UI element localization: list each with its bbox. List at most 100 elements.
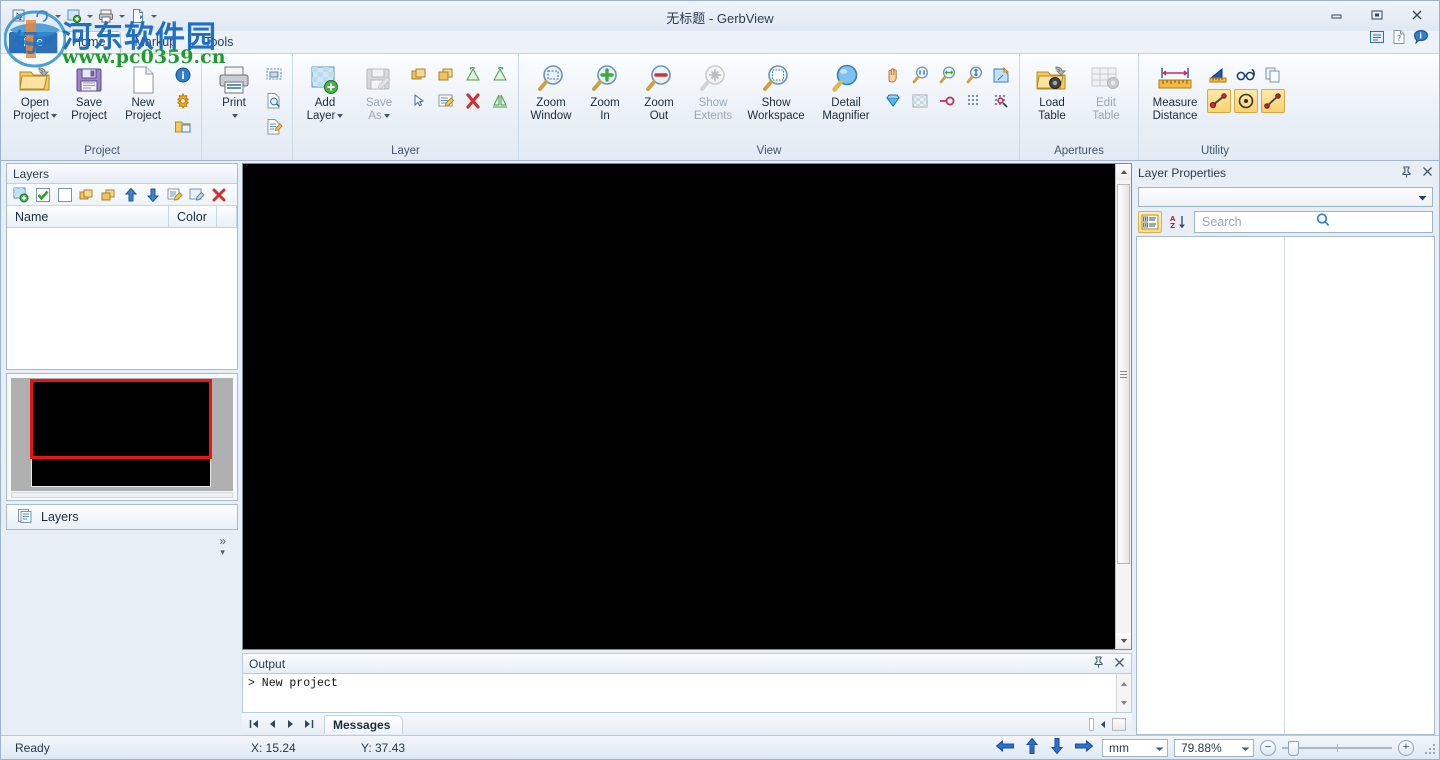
zoom-width-icon[interactable] (935, 63, 959, 87)
delete-layer-icon[interactable] (461, 89, 485, 113)
layer-up-icon[interactable] (407, 63, 431, 87)
layer-settings-icon[interactable] (188, 186, 206, 204)
output-pin-icon[interactable] (1093, 656, 1104, 671)
output-scroll-down-icon[interactable] (1117, 693, 1131, 712)
show-workspace-button[interactable]: Show Workspace (741, 59, 811, 124)
output-tab-messages[interactable]: Messages (324, 714, 404, 734)
gem-icon[interactable] (881, 89, 905, 113)
check-all-icon[interactable] (34, 186, 52, 204)
print-button[interactable]: Print (208, 59, 260, 124)
load-table-button[interactable]: Load Table (1026, 59, 1078, 124)
pan-hand-icon[interactable] (881, 63, 905, 87)
scroll-up-arrow-icon[interactable] (1116, 164, 1131, 180)
snap-grid-icon[interactable] (989, 89, 1013, 113)
minimize-button[interactable] (1323, 5, 1351, 25)
zoom-out-button[interactable]: − (1260, 739, 1276, 756)
zoom-previous-icon[interactable] (908, 63, 932, 87)
arrow-right-icon[interactable] (1074, 738, 1094, 757)
arrow-down-icon[interactable] (1049, 737, 1065, 758)
units-dropdown[interactable]: mm (1102, 738, 1168, 757)
grid-icon[interactable] (962, 89, 986, 113)
add-layer-icon[interactable] (12, 186, 30, 204)
zoom-in-button[interactable]: + (1398, 739, 1414, 756)
mirror-icon[interactable] (488, 89, 512, 113)
tab-home[interactable]: Home (57, 31, 121, 53)
canvas-vertical-scrollbar[interactable] (1115, 164, 1131, 649)
add-layer-button[interactable]: Add Layer (299, 59, 351, 124)
zoom-slider[interactable] (1282, 740, 1392, 756)
move-layer-down-stack-icon[interactable] (100, 186, 118, 204)
zoom-in-button[interactable]: Zoom In (579, 59, 631, 124)
delete-layer-icon[interactable] (210, 186, 228, 204)
search-input[interactable]: Search (1194, 210, 1433, 233)
page-setup-icon[interactable] (262, 115, 286, 139)
search-icon[interactable] (1315, 212, 1428, 231)
zoom-window-button[interactable]: Zoom Window (525, 59, 577, 124)
vscroll-track[interactable] (1116, 180, 1131, 633)
thumbnail-preview[interactable] (6, 373, 238, 501)
measure-point-icon[interactable] (1207, 89, 1231, 113)
edit-layer-icon[interactable] (166, 186, 184, 204)
tab-tools[interactable]: Tools (190, 32, 247, 53)
dock-overflow-chevron-icon[interactable]: » ▾ (219, 535, 226, 558)
thumbnail-hscrollbar[interactable] (11, 492, 233, 498)
alphabetical-sort-icon[interactable]: AZ (1166, 211, 1190, 233)
measure-angle-icon[interactable] (1207, 63, 1231, 87)
measure-radius-icon[interactable] (1234, 89, 1258, 113)
column-header-name[interactable]: Name (7, 206, 169, 227)
restore-button[interactable] (1363, 5, 1391, 25)
first-record-icon[interactable] (246, 716, 262, 732)
chevron-down-icon[interactable] (1418, 190, 1427, 204)
layer-select-dropdown[interactable] (1138, 187, 1433, 207)
copy-icon[interactable] (1261, 63, 1285, 87)
print-preview-icon[interactable] (262, 89, 286, 113)
detail-magnifier-button[interactable]: Detail Magnifier (813, 59, 879, 124)
column-header-extra[interactable] (217, 206, 237, 227)
help-document-icon[interactable]: ? (1391, 29, 1407, 48)
zoom-level-dropdown[interactable]: 79.88% (1174, 738, 1254, 757)
about-icon[interactable]: i (1413, 29, 1429, 48)
measure-distance-button[interactable]: Measure Distance (1145, 59, 1205, 124)
project-settings-icon[interactable] (171, 89, 195, 113)
rotate-left-icon[interactable] (461, 63, 485, 87)
drawing-canvas[interactable] (243, 164, 1115, 649)
print-chevron-down-icon[interactable] (232, 114, 238, 118)
zoom-out-button[interactable]: Zoom Out (633, 59, 685, 124)
layer-properties-grid[interactable] (1136, 236, 1435, 735)
tab-markup[interactable]: Markup (121, 32, 191, 53)
select-arrow-icon[interactable] (407, 89, 431, 113)
layer-down-icon[interactable] (434, 63, 458, 87)
print-setup-icon[interactable] (262, 63, 286, 87)
zoom-slider-handle[interactable] (1288, 740, 1299, 756)
vscroll-thumb[interactable] (1117, 184, 1130, 564)
add-layer-chevron-down-icon[interactable] (337, 114, 344, 118)
arrow-down-icon[interactable] (144, 186, 162, 204)
chevron-down-icon[interactable] (50, 114, 57, 118)
zoom-chevron-down-icon[interactable] (1241, 741, 1250, 755)
close-button[interactable] (1403, 5, 1431, 25)
output-horizontal-scrollbar[interactable] (1089, 716, 1132, 732)
rotate-right-icon[interactable] (488, 63, 512, 87)
layer-properties-close-icon[interactable] (1422, 166, 1433, 180)
arrow-up-icon[interactable] (1024, 737, 1040, 758)
layer-properties-pin-icon[interactable] (1401, 165, 1412, 181)
output-vertical-scrollbar[interactable] (1116, 674, 1131, 712)
measure-line-icon[interactable] (1261, 89, 1285, 113)
output-hscroll-left-icon[interactable] (1095, 716, 1111, 732)
output-close-icon[interactable] (1114, 657, 1125, 671)
arrow-left-icon[interactable] (995, 738, 1015, 757)
previous-record-icon[interactable] (264, 716, 280, 732)
save-project-button[interactable]: Save Project (63, 59, 115, 124)
units-chevron-down-icon[interactable] (1155, 741, 1164, 755)
categorized-view-icon[interactable] (1138, 210, 1162, 233)
move-layer-up-stack-icon[interactable] (78, 186, 96, 204)
notes-icon[interactable] (1369, 29, 1385, 48)
origin-icon[interactable] (935, 89, 959, 113)
arrow-up-icon[interactable] (122, 186, 140, 204)
transparency-icon[interactable] (908, 89, 932, 113)
dock-tab-layers[interactable]: Layers (6, 504, 238, 530)
uncheck-all-icon[interactable] (56, 186, 74, 204)
refresh-view-icon[interactable] (989, 63, 1013, 87)
column-header-color[interactable]: Color (169, 206, 217, 227)
inspect-glasses-icon[interactable] (1234, 63, 1258, 87)
